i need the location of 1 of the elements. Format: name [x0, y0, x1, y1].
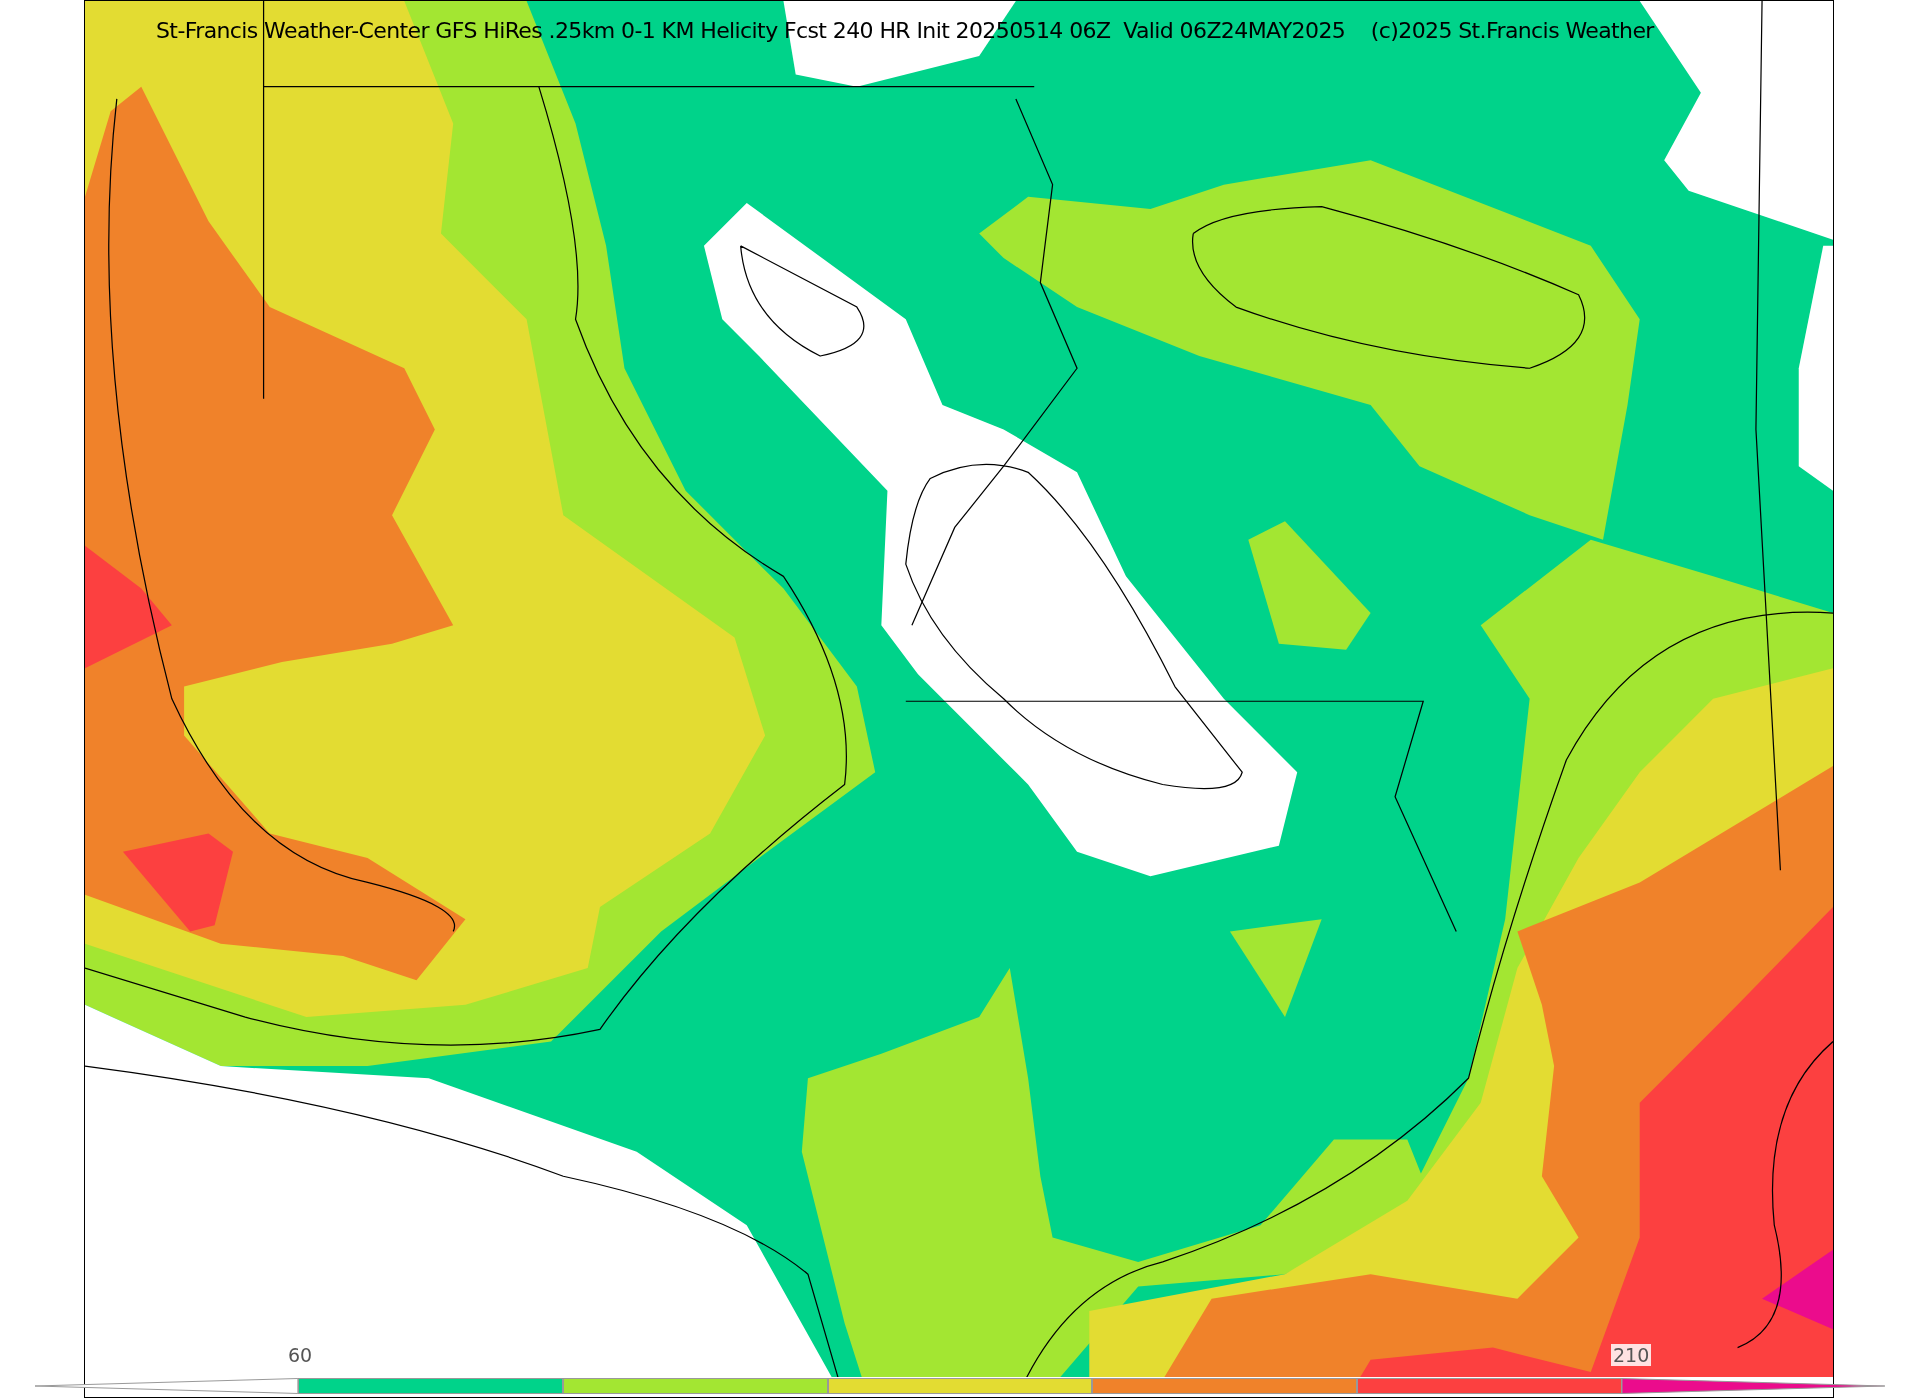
colorbar-tick-label: 210	[1611, 1344, 1652, 1366]
